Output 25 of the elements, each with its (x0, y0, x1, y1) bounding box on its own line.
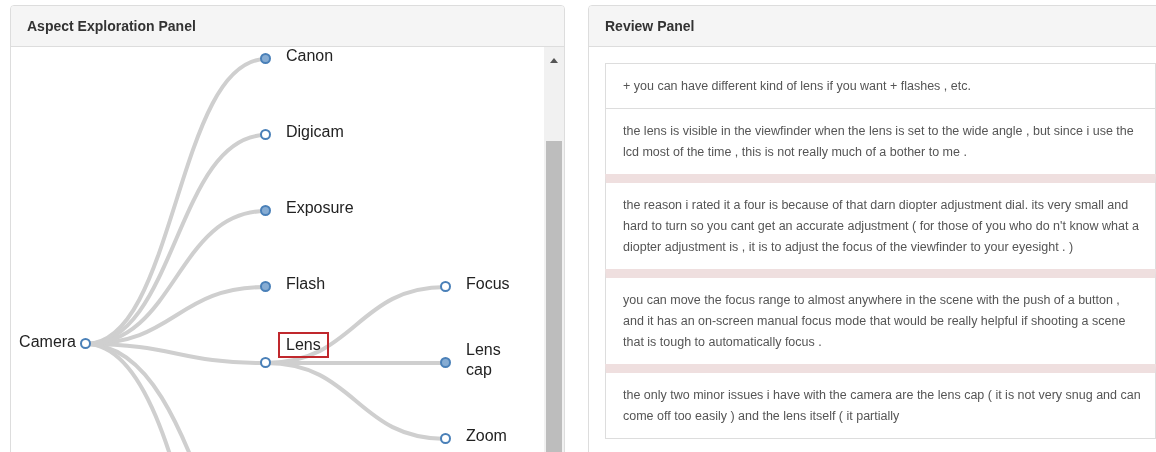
panel-title: Review Panel (605, 18, 695, 34)
tree-node-icon[interactable] (260, 281, 271, 292)
tree-node-label[interactable]: Lens (278, 332, 329, 358)
tree-node-label[interactable]: Lens cap (458, 337, 514, 383)
tree-node-label[interactable]: Camera (11, 329, 84, 355)
tree-node-label[interactable]: Canon (278, 47, 342, 69)
tree-node-icon[interactable] (260, 357, 271, 368)
review-text: the reason i rated it a four is because of that darn diopter adjustment dial. its very small and hard to turn so you cant get an accurate adjustment ( for those of you who do n't know what a diopter adjustment is , it is to adjust the focus of the viewfinder to your eyesight . ) (605, 174, 1156, 270)
tree-node-label[interactable]: Digicam (278, 119, 352, 145)
tree-node-icon[interactable] (440, 357, 451, 368)
tree-node-label[interactable]: Flash (278, 271, 334, 297)
tree-node-label[interactable]: Focus (458, 271, 518, 297)
review-text: you can move the focus range to almost anywhere in the scene with the push of a button , and it has an on-screen manual focus mode that would be really helpful if shooting a scene that is tough to automatically focus . (605, 269, 1156, 365)
tree-node-icon[interactable] (440, 281, 451, 292)
tree-node-icon[interactable] (260, 129, 271, 140)
review-text: + you can have different kind of lens if you want + flashes , etc. (605, 63, 1156, 109)
review-text: the only two minor issues i have with the camera are the lens cap ( it is not very snug and can come off too easily ) and the lens itself ( it partially (605, 364, 1156, 439)
tree-node-icon[interactable] (80, 338, 91, 349)
panel-title: Aspect Exploration Panel (27, 18, 196, 34)
tree-node-icon[interactable] (260, 53, 271, 64)
tree-node-icon[interactable] (260, 205, 271, 216)
tree-node-label[interactable]: Exposure (278, 195, 362, 221)
review-text: the lens is visible in the viewfinder when the lens is set to the wide angle , but since i use the lcd most of the time , this is not really much of a bother to me . (605, 108, 1156, 175)
tree-node-label[interactable]: Zoom (458, 423, 515, 449)
tree-node-icon[interactable] (440, 433, 451, 444)
